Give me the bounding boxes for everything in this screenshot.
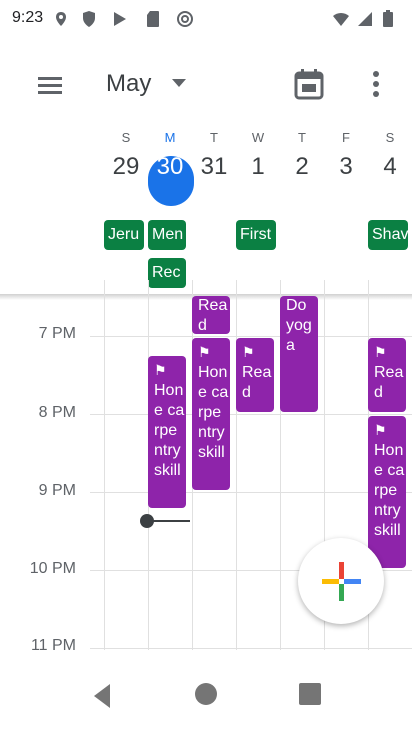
flag-icon: ⚑ [154,362,167,378]
menu-button[interactable] [30,66,70,106]
event-label: Do yoga [286,297,312,354]
play-icon [114,12,126,26]
flag-icon: ⚑ [242,344,255,360]
day-number: 3 [339,153,353,180]
day-of-week: M [164,130,176,145]
day-of-week: W [251,130,265,145]
shield-icon [83,11,95,27]
day-of-week: S [385,130,395,145]
back-icon[interactable] [88,680,116,712]
event-label: Read [242,364,272,401]
plus-icon [322,562,361,601]
flag-icon: ⚑ [198,344,211,360]
month-label: May [106,70,152,97]
day-number: 31 [200,153,228,180]
event-read[interactable]: ⚑ Read [236,338,274,412]
recents-icon[interactable] [296,680,324,708]
allday-event[interactable]: Rec [148,258,186,288]
event-label: Read [198,297,228,334]
status-time: 9:23 [12,9,44,26]
day-number: 2 [295,153,309,180]
hour-label: 7 PM [38,325,76,342]
day-number: 30 [156,153,184,180]
chevron-down-icon [172,79,186,87]
event-read[interactable]: ⚑ Read [368,338,406,412]
hour-label: 10 PM [29,560,76,577]
allday-event[interactable]: Men [148,220,186,250]
event-hone-carpentry-skill[interactable]: ⚑ Hone carpentry skill [148,356,186,508]
current-time-line [150,520,190,522]
day-header[interactable]: T 31 [192,130,236,181]
day-header[interactable]: T2 [280,130,324,181]
day-header[interactable]: F3 [324,130,368,181]
allday-event[interactable]: First [236,220,276,250]
status-bar: 9:23 [0,0,412,40]
day-number: 29 [112,153,140,180]
sd-card-icon [147,11,159,27]
create-event-button[interactable] [298,538,384,624]
event-label: Hone carpentry skill [154,382,185,479]
calendar-icon [294,69,324,100]
event-hone-carpentry-skill[interactable]: ⚑ Hone carpentry skill [192,338,230,490]
hour-label: 8 PM [38,404,76,421]
event-label: Hone carpentry skill [198,364,229,461]
allday-event[interactable]: Jeru [104,220,144,250]
wifi-icon [333,12,349,26]
event-label: Hone carpentry skill [374,442,405,539]
signal-icon [358,12,372,26]
today-button[interactable] [288,64,330,106]
event-do-yoga[interactable]: Do yoga [280,296,318,412]
hour-label: 9 PM [38,482,76,499]
day-of-week: F [342,130,350,145]
allday-event-label: First [240,226,272,243]
day-number: 1 [251,153,265,180]
maps-icon [56,12,66,26]
grid-line [90,336,412,337]
allday-event-label: Jeru [108,226,140,243]
day-of-week: T [298,130,306,145]
flag-icon: ⚑ [374,344,387,360]
day-header[interactable]: S4 [368,130,412,181]
allday-event-label: Shav [372,226,408,243]
grid-line [90,648,412,649]
day-header[interactable]: S 29 [104,130,148,181]
day-number: 4 [383,153,397,180]
hour-label: 11 PM [30,637,76,654]
at-sign-icon [177,11,193,27]
hamburger-icon [38,77,62,94]
day-header[interactable]: M 30 [148,130,192,181]
day-of-week: S [121,130,131,145]
allday-event[interactable]: Shav [368,220,408,250]
more-vert-icon [373,71,379,97]
allday-event-label: Rec [152,264,181,281]
navigation-bar [0,660,412,732]
home-icon[interactable] [192,680,220,708]
event-read[interactable]: Read [192,296,230,334]
day-of-week: T [210,130,218,145]
more-options-button[interactable] [360,64,392,106]
allday-event-label: Men [152,226,184,243]
grid-line [90,414,412,415]
month-selector[interactable]: May [100,64,196,104]
grid-line [90,492,412,493]
day-header[interactable]: W1 [236,130,280,181]
flag-icon: ⚑ [374,422,387,438]
battery-icon [383,10,393,27]
event-label: Read [374,364,404,401]
